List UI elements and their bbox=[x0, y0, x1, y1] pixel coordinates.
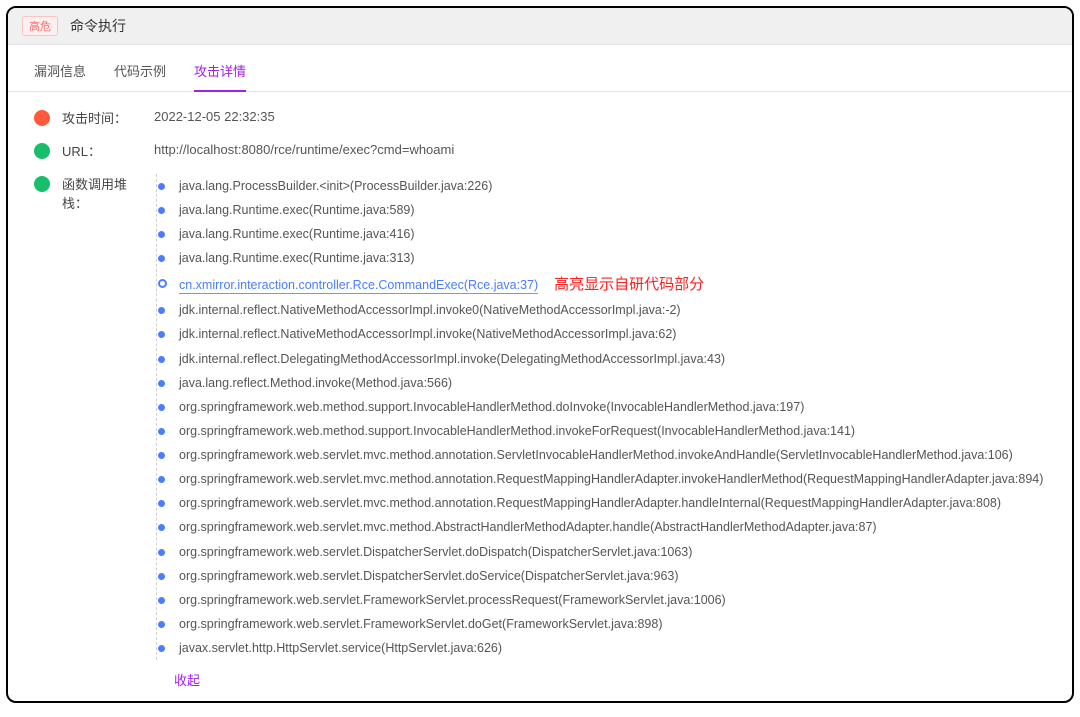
stack-item[interactable]: cn.xmirror.interaction.controller.Rce.Co… bbox=[163, 271, 1046, 299]
url-value: http://localhost:8080/rce/runtime/exec?c… bbox=[154, 141, 1046, 157]
risk-level-badge: 高危 bbox=[22, 16, 58, 36]
stack-item: java.lang.Runtime.exec(Runtime.java:416) bbox=[163, 222, 1046, 246]
stack-item: org.springframework.web.method.support.I… bbox=[163, 419, 1046, 443]
header-bar: 高危 命令执行 bbox=[8, 8, 1072, 45]
stack-item: org.springframework.web.servlet.Framewor… bbox=[163, 588, 1046, 612]
stack-icon bbox=[34, 176, 50, 192]
tab-0[interactable]: 漏洞信息 bbox=[34, 55, 86, 91]
link-icon bbox=[34, 143, 50, 159]
attack-detail-content: 攻击时间： 2022-12-05 22:32:35 URL： http://lo… bbox=[8, 92, 1072, 699]
stack-item: org.springframework.web.servlet.Dispatch… bbox=[163, 564, 1046, 588]
stack-item: org.springframework.web.servlet.mvc.meth… bbox=[163, 515, 1046, 539]
attack-time-label: 攻击时间： bbox=[62, 108, 142, 127]
attack-time-value: 2022-12-05 22:32:35 bbox=[154, 108, 1046, 124]
stack-item: org.springframework.web.servlet.mvc.meth… bbox=[163, 443, 1046, 467]
clock-icon bbox=[34, 110, 50, 126]
stack-list: java.lang.ProcessBuilder.<init>(ProcessB… bbox=[156, 174, 1046, 660]
stack-item: jdk.internal.reflect.NativeMethodAccesso… bbox=[163, 298, 1046, 322]
stack-label: 函数调用堆栈： bbox=[62, 174, 142, 212]
stack-item: jdk.internal.reflect.DelegatingMethodAcc… bbox=[163, 347, 1046, 371]
page-title: 命令执行 bbox=[70, 16, 126, 36]
stack-item: java.lang.Runtime.exec(Runtime.java:589) bbox=[163, 198, 1046, 222]
stack-item: javax.servlet.http.HttpServlet.service(H… bbox=[163, 636, 1046, 660]
highlight-annotation: 高亮显示自研代码部分 bbox=[554, 276, 704, 293]
collapse-button[interactable]: 收起 bbox=[174, 670, 200, 689]
tab-2[interactable]: 攻击详情 bbox=[194, 55, 246, 92]
tabs: 漏洞信息代码示例攻击详情 bbox=[8, 45, 1072, 92]
stack-item: jdk.internal.reflect.NativeMethodAccesso… bbox=[163, 322, 1046, 346]
stack-item: java.lang.Runtime.exec(Runtime.java:313) bbox=[163, 246, 1046, 270]
tab-1[interactable]: 代码示例 bbox=[114, 55, 166, 91]
stack-item: org.springframework.web.servlet.mvc.meth… bbox=[163, 491, 1046, 515]
stack-item: java.lang.reflect.Method.invoke(Method.j… bbox=[163, 371, 1046, 395]
url-label: URL： bbox=[62, 141, 142, 160]
stack-item: org.springframework.web.method.support.I… bbox=[163, 395, 1046, 419]
stack-item: org.springframework.web.servlet.Framewor… bbox=[163, 612, 1046, 636]
stack-item: org.springframework.web.servlet.Dispatch… bbox=[163, 540, 1046, 564]
stack-item: java.lang.ProcessBuilder.<init>(ProcessB… bbox=[163, 174, 1046, 198]
stack-item: org.springframework.web.servlet.mvc.meth… bbox=[163, 467, 1046, 491]
